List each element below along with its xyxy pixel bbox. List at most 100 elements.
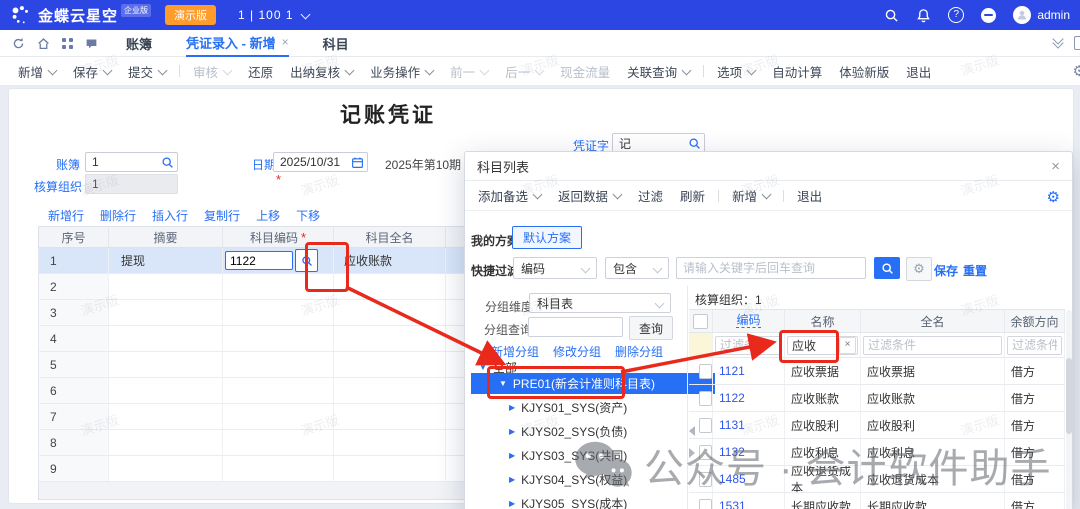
message-icon[interactable] <box>85 37 98 50</box>
account-row[interactable]: 1531长期应收款长期应收款借方 <box>689 493 1065 509</box>
row-op-link[interactable]: 删除行 <box>100 207 136 224</box>
save-filter-link[interactable]: 保存 <box>934 262 958 279</box>
tree-expanded-icon[interactable]: ▼ <box>499 379 507 388</box>
group-op-link[interactable]: 删除分组 <box>615 343 663 360</box>
account-code-cell[interactable]: 1132 <box>713 439 785 465</box>
toolbar-item[interactable]: 还原 <box>248 62 273 81</box>
row-op-link[interactable]: 上移 <box>256 207 280 224</box>
row-checkbox[interactable] <box>699 472 712 487</box>
account-code-cell[interactable]: 1122 <box>713 385 785 411</box>
toolbar-settings-gear-icon[interactable]: ⚙ <box>1073 62 1080 80</box>
toolbar-item[interactable]: 过滤 <box>638 186 663 205</box>
tab-item[interactable]: 账簿 <box>126 30 152 56</box>
tree-collapsed-icon[interactable]: ▶ <box>509 403 515 412</box>
toolbar-item[interactable]: 添加备选 <box>478 186 541 205</box>
account-row[interactable]: 1485应收退货成本应收退货成本借方 <box>689 466 1065 493</box>
account-code-editor[interactable] <box>223 249 318 272</box>
row-fullname-cell[interactable] <box>334 352 446 377</box>
toolbar-item[interactable]: 自动计算 <box>772 62 822 81</box>
row-code-cell[interactable] <box>223 274 334 299</box>
table-scrollbar[interactable] <box>1066 310 1072 509</box>
row-op-link[interactable]: 下移 <box>296 207 320 224</box>
filter-settings-button[interactable]: ⚙ <box>906 257 932 281</box>
account-row[interactable]: 1132应收利息应收利息借方 <box>689 439 1065 466</box>
tree-collapsed-icon[interactable]: ▶ <box>509 451 515 460</box>
row-op-link[interactable]: 插入行 <box>152 207 188 224</box>
account-lookup-button[interactable] <box>295 249 318 272</box>
toolbar-item[interactable]: 出纳复核 <box>290 62 353 81</box>
row-op-link[interactable]: 新增行 <box>48 207 84 224</box>
group-search-input[interactable] <box>528 317 623 337</box>
account-code-cell[interactable]: 1121 <box>713 358 785 384</box>
row-summary-cell[interactable] <box>109 430 223 455</box>
row-summary-cell[interactable] <box>109 456 223 481</box>
date-field[interactable] <box>273 152 368 172</box>
row-fullname-cell[interactable] <box>334 274 446 299</box>
row-checkbox[interactable] <box>699 418 712 433</box>
tree-expanded-icon[interactable]: ▼ <box>479 363 487 372</box>
row-fullname-cell[interactable] <box>334 430 446 455</box>
toolbar-item[interactable]: 新增 <box>732 186 770 205</box>
bell-icon[interactable] <box>916 8 931 23</box>
toolbar-item[interactable]: 新增 <box>18 62 56 81</box>
direction-filter-input[interactable] <box>1007 336 1062 355</box>
minimize-icon[interactable] <box>981 8 996 23</box>
code-filter-input[interactable] <box>715 336 782 355</box>
tree-node[interactable]: ▶KJYS04_SYS(权益) <box>465 469 627 489</box>
search-icon[interactable] <box>884 8 899 23</box>
row-code-cell[interactable] <box>223 300 334 325</box>
avatar[interactable] <box>1013 6 1031 24</box>
tree-collapsed-icon[interactable]: ▶ <box>509 427 515 436</box>
filter-field-select[interactable]: 编码 <box>513 257 597 279</box>
tab-item[interactable]: 科目 <box>323 30 349 56</box>
org-context-selector[interactable]: 1 | 100 1 <box>238 8 294 22</box>
select-all-checkbox[interactable] <box>693 314 708 329</box>
calendar-icon[interactable] <box>351 156 364 169</box>
toolbar-item[interactable]: 退出 <box>906 62 931 81</box>
group-search-field[interactable] <box>528 317 623 337</box>
book-field[interactable] <box>85 152 178 172</box>
scrollbar-thumb[interactable] <box>1066 358 1072 434</box>
toolbar-item[interactable]: 体验新版 <box>839 62 889 81</box>
row-summary-cell[interactable] <box>109 326 223 351</box>
toolbar-item[interactable]: 保存 <box>73 62 111 81</box>
account-code-cell[interactable]: 1485 <box>713 466 785 492</box>
dialog-settings-gear-icon[interactable]: ⚙ <box>1047 188 1060 206</box>
row-checkbox[interactable] <box>699 445 712 460</box>
row-code-cell[interactable] <box>223 430 334 455</box>
group-query-button[interactable]: 查询 <box>629 316 673 340</box>
tree-node[interactable]: ▶KJYS01_SYS(资产) <box>465 397 627 417</box>
toolbar-item[interactable]: 提交 <box>128 62 166 81</box>
row-summary-cell[interactable] <box>109 352 223 377</box>
row-fullname-cell[interactable] <box>334 326 446 351</box>
fullscreen-icon[interactable] <box>1074 36 1080 50</box>
filter-operator-select[interactable]: 包含 <box>605 257 669 279</box>
keyword-search-field[interactable] <box>676 257 866 279</box>
row-code-cell[interactable] <box>223 352 334 377</box>
row-fullname-cell[interactable] <box>334 456 446 481</box>
username-label[interactable]: admin <box>1037 8 1070 22</box>
col-header-code[interactable]: 编码 <box>736 314 760 328</box>
close-icon[interactable]: × <box>1051 159 1060 174</box>
row-code-cell[interactable] <box>223 326 334 351</box>
row-checkbox[interactable] <box>699 364 712 379</box>
keyword-search-input[interactable] <box>676 257 866 279</box>
group-dim-select[interactable]: 科目表 <box>529 293 671 313</box>
search-button[interactable] <box>874 257 900 279</box>
tab-close-icon[interactable]: × <box>282 35 289 49</box>
account-row[interactable]: 1121应收票据应收票据借方 <box>689 358 1065 385</box>
tree-node[interactable]: ▶KJYS05_SYS(成本) <box>465 493 627 509</box>
row-fullname-cell[interactable] <box>334 300 446 325</box>
apps-grid-icon[interactable] <box>62 38 73 49</box>
toolbar-item[interactable]: 返回数据 <box>558 186 621 205</box>
magnifier-icon[interactable] <box>161 156 174 169</box>
tree-node[interactable]: ▼PRE01(新会计准则科目表) <box>471 373 715 394</box>
tree-node[interactable]: ▶KJYS03_SYS(共同) <box>465 445 627 465</box>
row-summary-cell[interactable] <box>109 300 223 325</box>
toolbar-item[interactable]: 关联查询 <box>627 62 690 81</box>
row-code-cell[interactable] <box>223 404 334 429</box>
row-summary-cell[interactable] <box>109 378 223 403</box>
row-summary-cell[interactable] <box>109 274 223 299</box>
reset-filter-link[interactable]: 重置 <box>963 262 987 279</box>
chevron-down-icon[interactable] <box>300 9 310 19</box>
